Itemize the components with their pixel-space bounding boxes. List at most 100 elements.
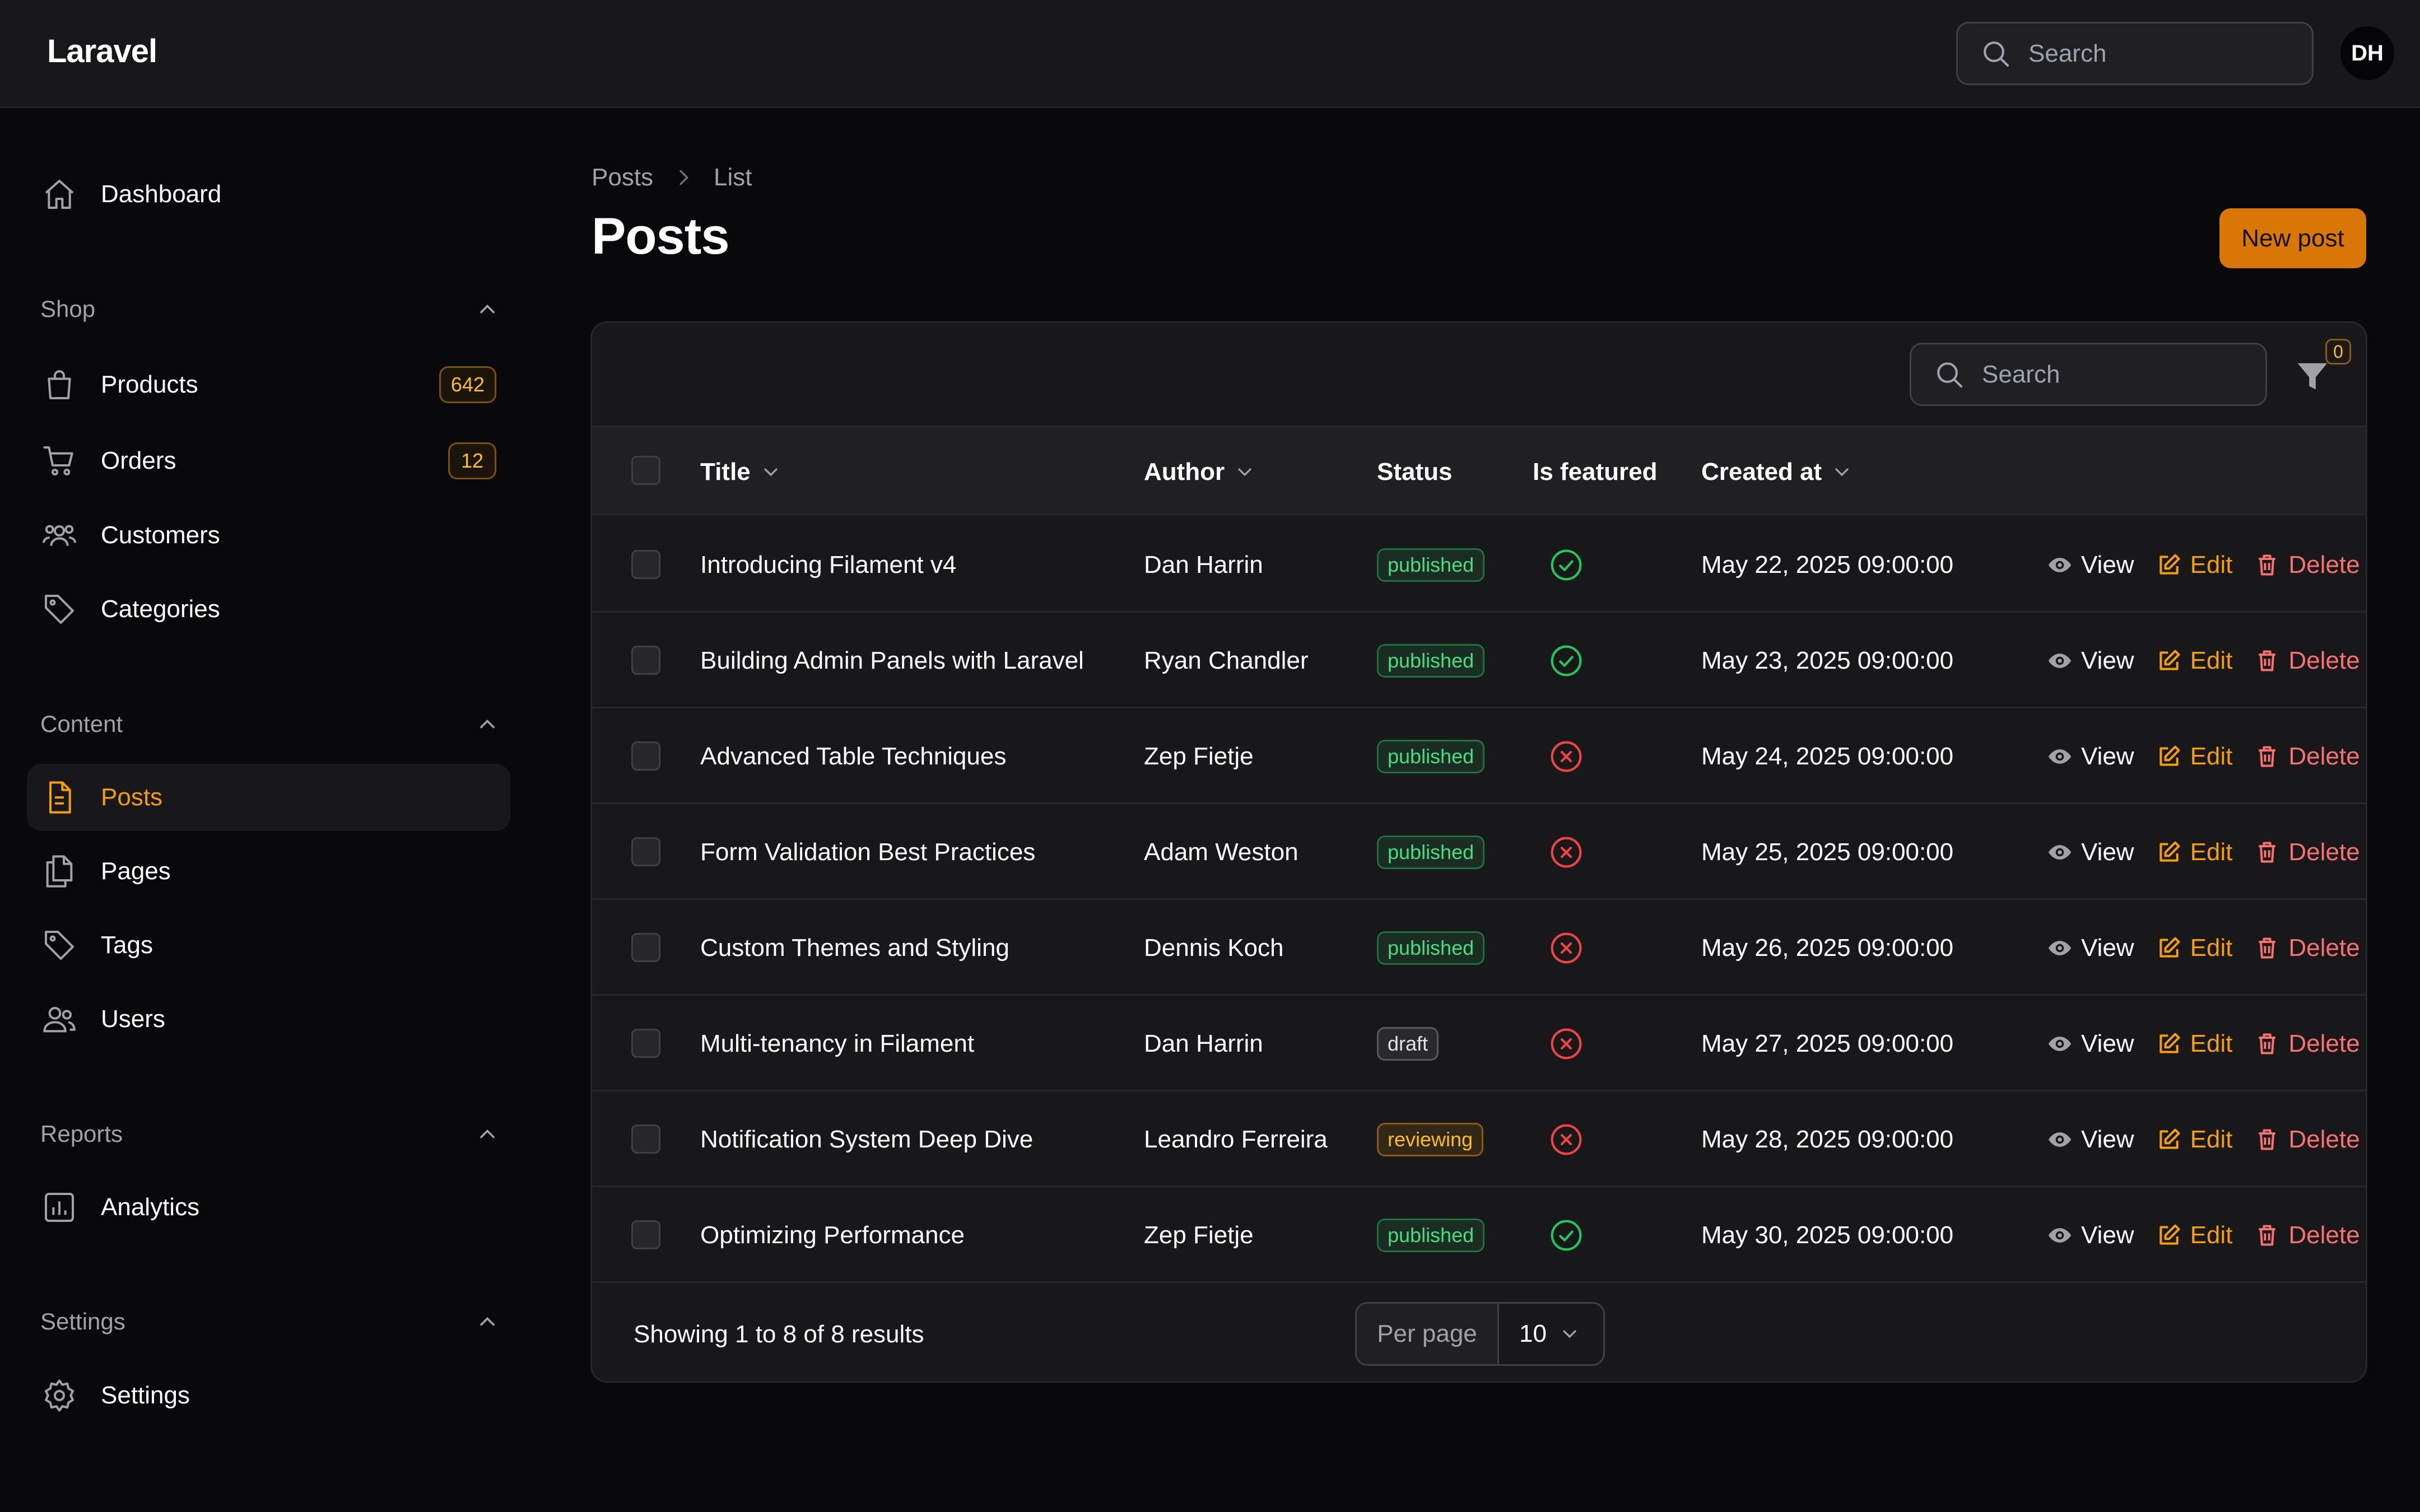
row-checkbox[interactable] — [631, 837, 660, 866]
sidebar-item-orders[interactable]: Orders 12 — [27, 427, 510, 494]
delete-button[interactable]: Delete — [2255, 743, 2360, 771]
sidebar-item-customers[interactable]: Customers — [27, 502, 510, 569]
table-header: Title Author Status Is featured Created … — [592, 426, 2366, 517]
column-status-label: Status — [1377, 458, 1453, 486]
view-button[interactable]: View — [2047, 1221, 2134, 1249]
brand-logo[interactable]: Laravel — [47, 32, 157, 70]
table-row[interactable]: Multi-tenancy in Filament Dan Harrin draft… — [592, 996, 2366, 1091]
cell-author: Leandro Ferreira — [1144, 1125, 1328, 1153]
table-row[interactable]: Building Admin Panels with Laravel Ryan C… — [592, 613, 2366, 708]
sidebar-item-posts[interactable]: Posts — [27, 764, 510, 831]
select-all-checkbox[interactable] — [631, 456, 660, 485]
delete-button[interactable]: Delete — [2255, 1126, 2360, 1154]
delete-label: Delete — [2288, 1221, 2360, 1249]
column-author[interactable]: Author — [1144, 427, 1256, 517]
delete-button[interactable]: Delete — [2255, 838, 2360, 866]
status-badge: published — [1377, 931, 1485, 965]
column-title[interactable]: Title — [700, 427, 782, 517]
row-checkbox[interactable] — [631, 646, 660, 675]
cell-created-at: May 26, 2025 09:00:00 — [1701, 934, 1954, 962]
sidebar-item-products[interactable]: Products 642 — [27, 351, 510, 418]
edit-button[interactable]: Edit — [2157, 550, 2233, 579]
view-button[interactable]: View — [2047, 934, 2134, 962]
status-badge: published — [1377, 835, 1485, 869]
cell-title: Optimizing Performance — [700, 1221, 965, 1249]
sidebar-item-settings[interactable]: Settings — [27, 1362, 510, 1429]
user-avatar[interactable]: DH — [2340, 26, 2394, 80]
view-button[interactable]: View — [2047, 647, 2134, 675]
sidebar-item-label: Posts — [101, 783, 163, 811]
sidebar-item-dashboard[interactable]: Dashboard — [27, 161, 510, 228]
filter-icon[interactable] — [2293, 357, 2332, 396]
global-search-input[interactable]: Search — [1956, 22, 2314, 85]
sidebar-item-tags[interactable]: Tags — [27, 912, 510, 979]
edit-button[interactable]: Edit — [2157, 838, 2232, 866]
sidebar-group-content[interactable]: Content — [40, 702, 500, 746]
table-row[interactable]: Optimizing Performance Zep Fietje publishe… — [592, 1187, 2366, 1283]
table-row[interactable]: Form Validation Best Practices Adam Westo… — [592, 804, 2366, 900]
per-page-value[interactable]: 10 — [1499, 1304, 1603, 1364]
eye-icon — [2048, 940, 2072, 955]
view-button[interactable]: View — [2047, 743, 2134, 771]
edit-label: Edit — [2190, 550, 2233, 578]
column-created-at[interactable]: Created at — [1701, 427, 1853, 517]
edit-label: Edit — [2190, 742, 2233, 770]
edit-button[interactable]: Edit — [2157, 1126, 2232, 1154]
view-label: View — [2081, 550, 2134, 578]
row-checkbox[interactable] — [631, 550, 660, 579]
view-button[interactable]: View — [2047, 1030, 2134, 1058]
delete-button[interactable]: Delete — [2255, 1030, 2360, 1058]
delete-button[interactable]: Delete — [2255, 647, 2360, 675]
status-badge: reviewing — [1377, 1122, 1484, 1156]
table-row[interactable]: Notification System Deep Dive Leandro Fer… — [592, 1091, 2366, 1187]
view-button[interactable]: View — [2047, 551, 2134, 579]
edit-button[interactable]: Edit — [2157, 647, 2232, 675]
x-circle-icon — [1551, 837, 1582, 867]
view-button[interactable]: View — [2047, 838, 2134, 866]
per-page-select[interactable]: Per page 10 — [1355, 1302, 1605, 1366]
sidebar-item-users[interactable]: Users — [27, 986, 510, 1053]
shopping-bag-icon — [48, 370, 71, 399]
cell-title: Building Admin Panels with Laravel — [700, 646, 1084, 674]
count-badge: 642 — [439, 366, 496, 403]
sidebar-group-settings[interactable]: Settings — [40, 1299, 500, 1344]
cell-featured — [1548, 517, 1584, 613]
new-post-button[interactable]: New post — [2219, 208, 2366, 268]
row-checkbox[interactable] — [631, 1124, 660, 1154]
cell-author: Dan Harrin — [1144, 550, 1263, 578]
cell-title: Introducing Filament v4 — [700, 550, 957, 578]
cell-created-at: May 27, 2025 09:00:00 — [1701, 1029, 1954, 1057]
sidebar-item-pages[interactable]: Pages — [27, 838, 510, 905]
sidebar-item-label: Tags — [101, 931, 153, 959]
delete-button[interactable]: Delete — [2255, 934, 2360, 962]
cell-status: draft — [1377, 996, 1439, 1091]
sidebar-item-analytics[interactable]: Analytics — [27, 1174, 510, 1241]
table-row[interactable]: Introducing Filament v4 Dan Harrin publish… — [592, 517, 2366, 613]
edit-button[interactable]: Edit — [2157, 934, 2232, 962]
trash-icon — [2259, 554, 2276, 576]
table-search-input[interactable]: Search — [1910, 343, 2267, 406]
edit-label: Edit — [2190, 1029, 2233, 1057]
eye-icon — [2048, 557, 2072, 572]
cell-status: published — [1377, 613, 1485, 708]
breadcrumb-item-posts[interactable]: Posts — [592, 164, 653, 192]
row-checkbox[interactable] — [631, 741, 660, 771]
sidebar-group-shop[interactable]: Shop — [40, 287, 500, 332]
edit-button[interactable]: Edit — [2157, 742, 2233, 771]
delete-button[interactable]: Delete — [2255, 1221, 2360, 1249]
row-checkbox[interactable] — [631, 1029, 660, 1058]
delete-label: Delete — [2288, 838, 2360, 866]
row-checkbox[interactable] — [631, 1220, 660, 1249]
user-group-icon — [43, 525, 76, 546]
edit-button[interactable]: Edit — [2157, 1221, 2232, 1249]
view-button[interactable]: View — [2047, 1126, 2134, 1154]
cell-featured — [1548, 804, 1584, 900]
table-row[interactable]: Custom Themes and Styling Dennis Koch publ… — [592, 900, 2366, 996]
row-checkbox[interactable] — [631, 933, 660, 962]
trash-icon — [2259, 1033, 2276, 1054]
sidebar-group-reports[interactable]: Reports — [40, 1112, 500, 1156]
table-row[interactable]: Advanced Table Techniques Zep Fietje publi… — [592, 708, 2366, 804]
delete-button[interactable]: Delete — [2255, 551, 2360, 579]
edit-button[interactable]: Edit — [2157, 1029, 2233, 1058]
sidebar-item-categories[interactable]: Categories — [27, 576, 510, 643]
